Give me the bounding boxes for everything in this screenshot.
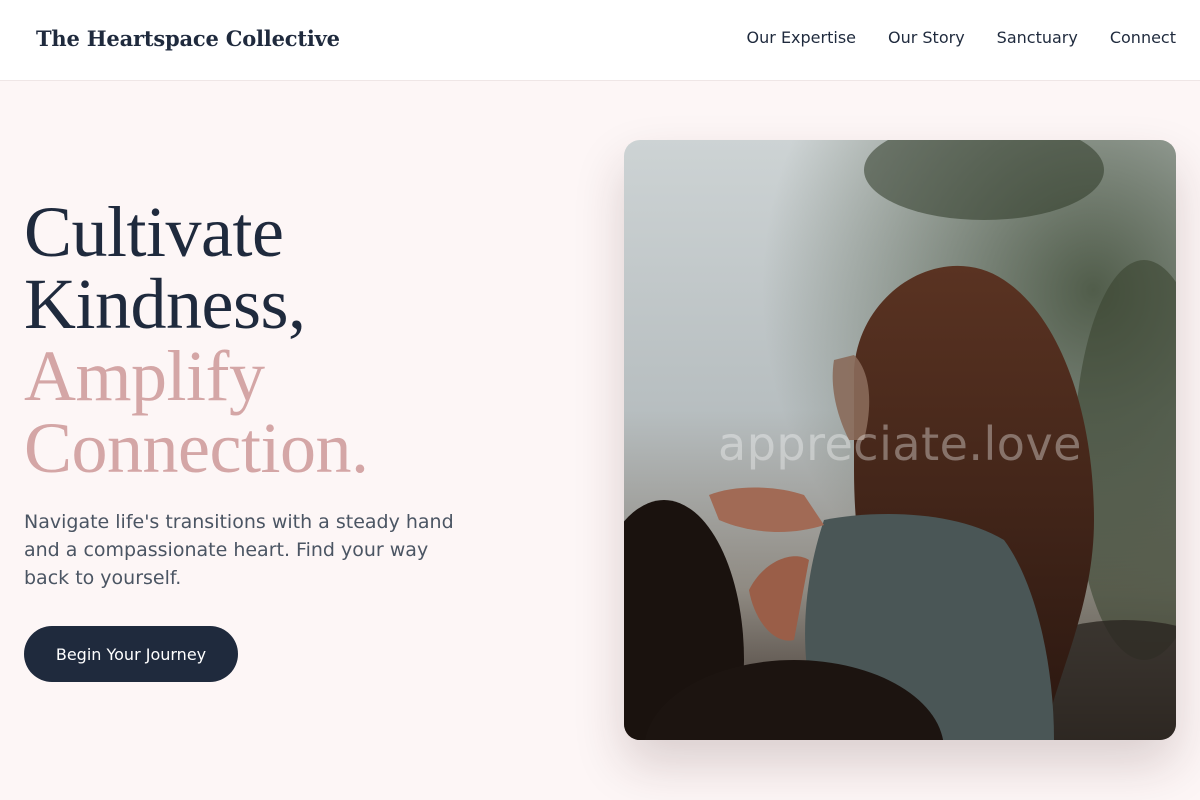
headline-line-2: Kindness, <box>24 264 306 344</box>
nav-link-our-expertise[interactable]: Our Expertise <box>747 28 856 47</box>
headline-accent-line-2: Connection. <box>24 408 369 488</box>
main-nav: Our Expertise Our Story Sanctuary Connec… <box>747 28 1176 47</box>
hero-text: Cultivate Kindness, Amplify Connection. … <box>24 196 584 592</box>
hero-subtext: Navigate life's transitions with a stead… <box>24 511 454 589</box>
brand-logo[interactable]: The Heartspace Collective <box>36 26 340 51</box>
headline-accent-line-1: Amplify <box>24 336 265 416</box>
nav-link-connect[interactable]: Connect <box>1110 28 1176 47</box>
hero-headline: Cultivate Kindness, Amplify Connection. <box>24 196 584 484</box>
watermark-text: appreciate.love <box>718 417 1082 471</box>
nav-link-sanctuary[interactable]: Sanctuary <box>997 28 1078 47</box>
hero-photo: appreciate.love <box>624 140 1176 740</box>
headline-line-1: Cultivate <box>24 192 284 272</box>
site-header: The Heartspace Collective Our Expertise … <box>0 0 1200 81</box>
begin-journey-button[interactable]: Begin Your Journey <box>24 626 238 682</box>
nav-link-our-story[interactable]: Our Story <box>888 28 965 47</box>
